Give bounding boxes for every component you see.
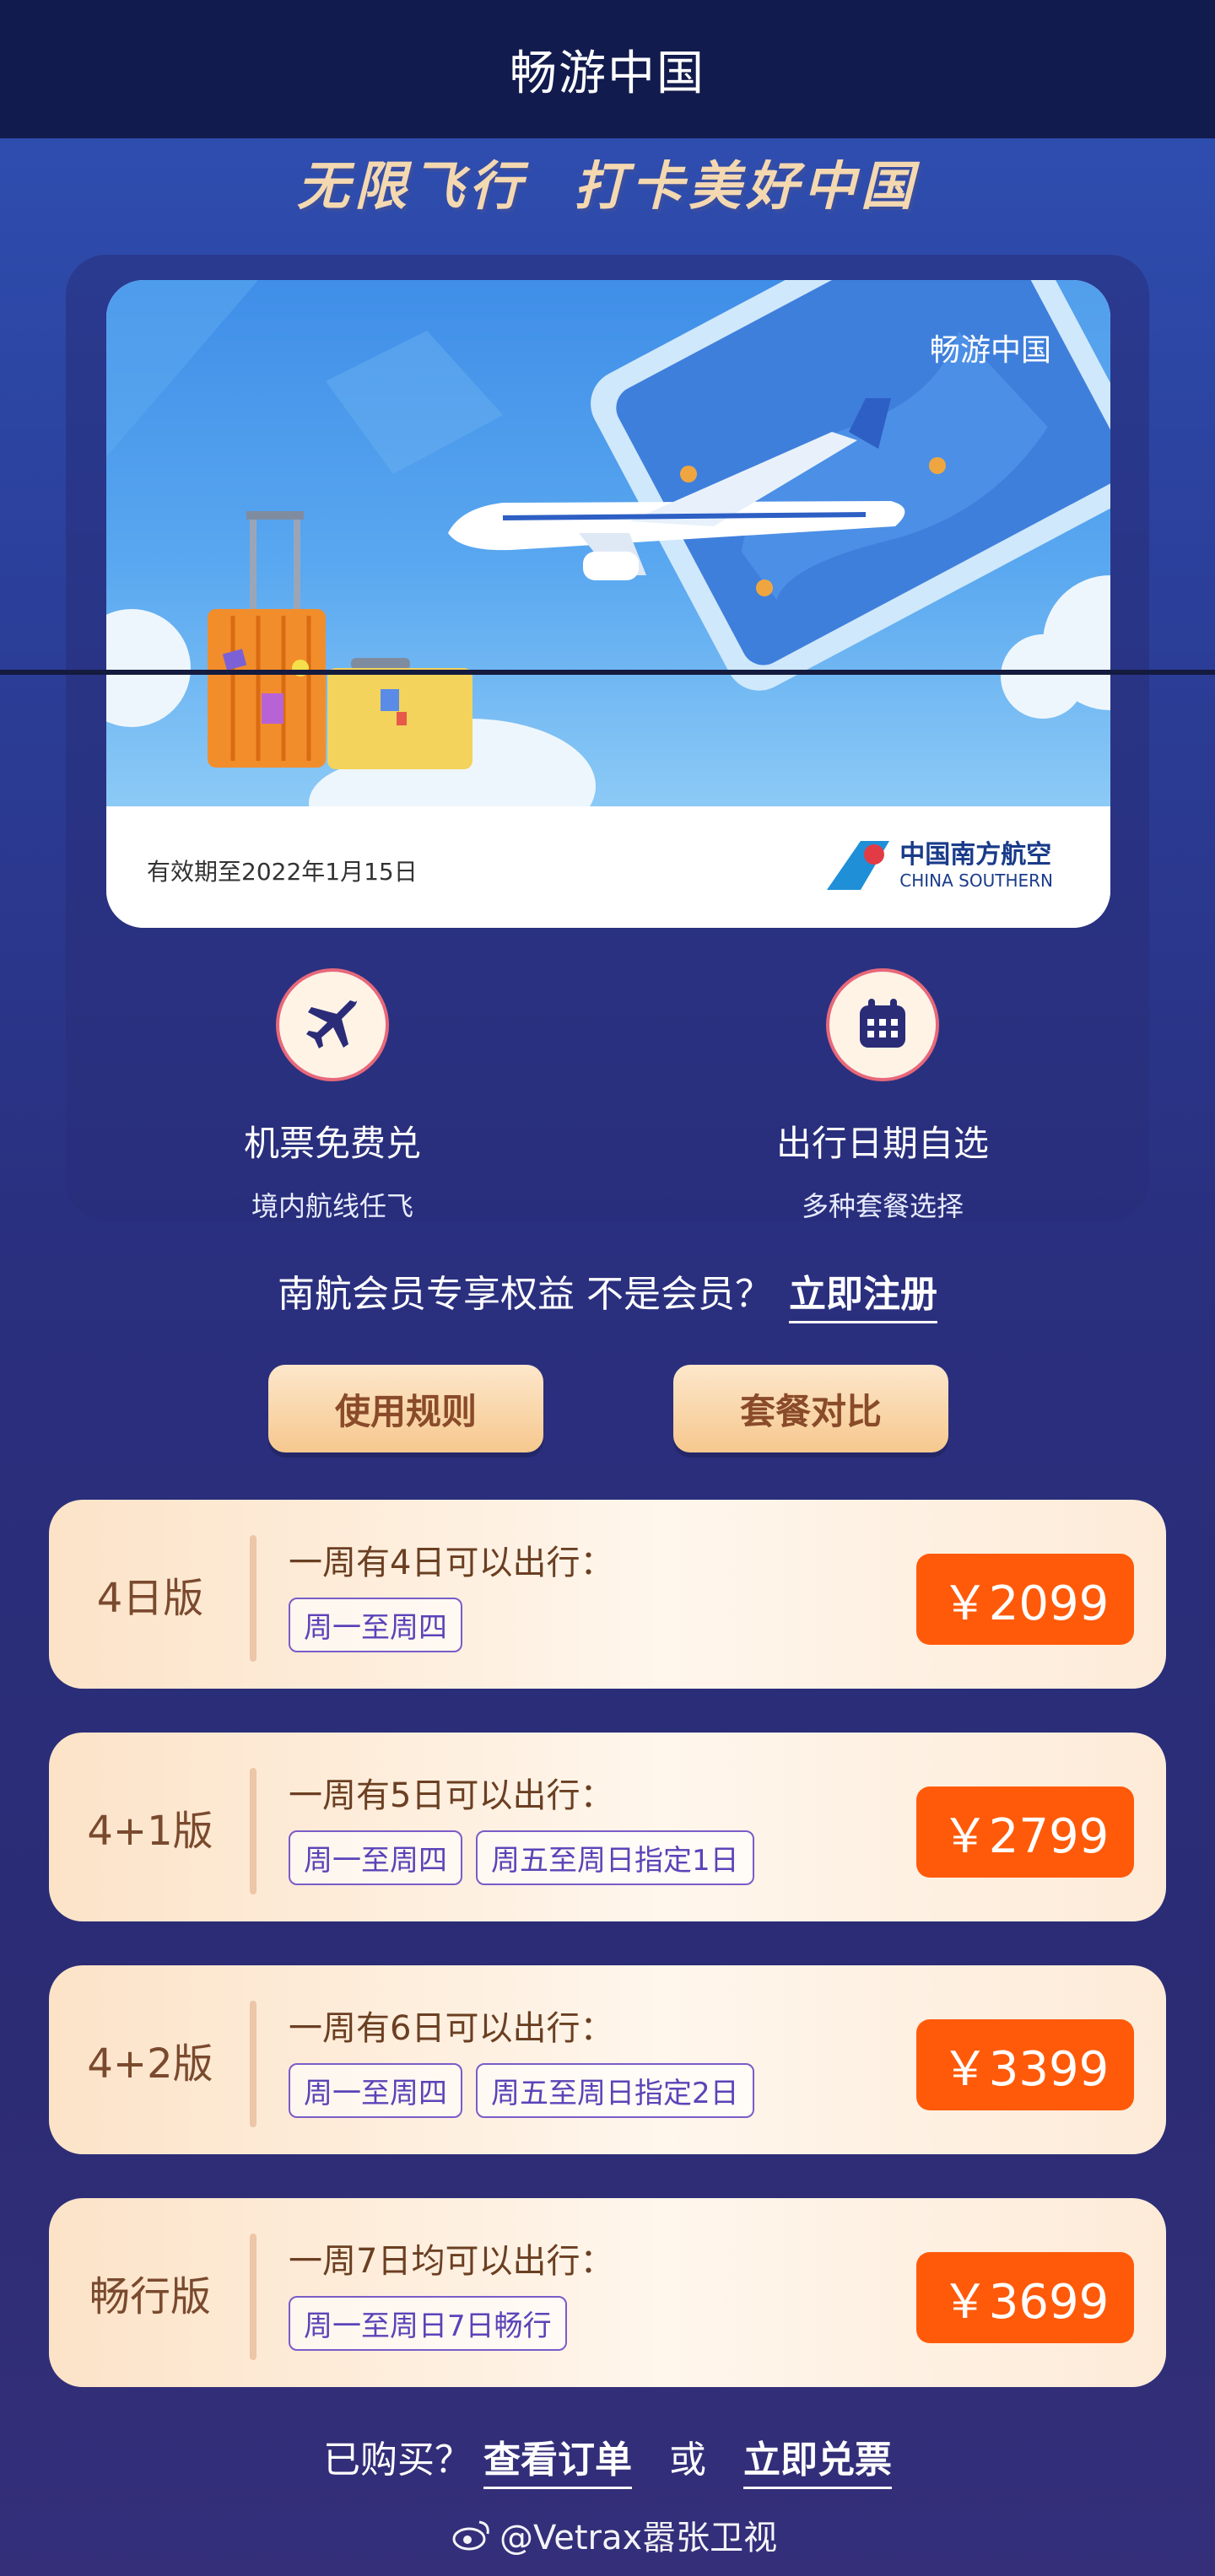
plan-card-4day[interactable]: 4日版 一周有4日可以出行： 周一至周四 ￥2099 [49,1500,1166,1689]
plan-compare-button[interactable]: 套餐对比 [673,1365,948,1452]
member-notice: 南航会员专享权益 不是会员？ 立即注册 [0,1264,1215,1323]
plan-description: 一周有4日可以出行： [289,1544,614,1582]
plan-card-unlimited[interactable]: 畅行版 一周7日均可以出行： 周一至周日7日畅行 ￥3699 [49,2198,1166,2387]
plan-tag: 周五至周日指定1日 [476,1830,754,1885]
plan-description: 一周有6日可以出行： [289,2009,614,2048]
feature-title: 机票免费兑 [243,1123,421,1164]
feature-free-tickets: 机票免费兑 境内航线任飞 [147,968,518,1224]
plan-description: 一周有5日可以出行： [289,1776,614,1815]
view-orders-link[interactable]: 查看订单 [483,2439,632,2489]
price-button[interactable]: ￥2799 [916,1786,1134,1878]
membership-card[interactable]: 畅游中国 有效期至2022年1月15日 中国南方航空 CHINA SOUTHER… [106,280,1110,928]
slogan-banner: 无限飞行 打卡美好中国 [0,143,1215,219]
card-footer: 有效期至2022年1月15日 中国南方航空 CHINA SOUTHERN [106,806,1110,928]
card-name: 畅游中国 [929,333,1051,368]
plan-name: 4+1版 [87,1808,213,1855]
airline-logo: 中国南方航空 CHINA SOUTHERN [827,840,1053,891]
plan-tag: 周一至周四 [289,1830,462,1885]
price-button[interactable]: ￥3699 [916,2252,1134,2343]
plan-tags: 周一至周日7日畅行 [289,2296,567,2351]
plan-name: 畅行版 [89,2273,211,2320]
usage-rules-button[interactable]: 使用规则 [268,1365,543,1452]
plan-tags: 周一至周四 周五至周日指定1日 [289,1830,754,1885]
plan-divider [250,1535,256,1662]
plan-divider [250,1768,256,1894]
price-button[interactable]: ￥2099 [916,1554,1134,1645]
top-bar: 畅游中国 [0,0,1215,138]
or-text: 或 [669,2439,706,2482]
airline-name-en: CHINA SOUTHERN [899,870,1053,891]
member-text: 南航会员专享权益 不是会员？ [278,1273,772,1316]
purchased-text: 已购买？ [323,2439,472,2482]
plan-description: 一周7日均可以出行： [289,2242,614,2281]
plan-card-4plus1[interactable]: 4+1版 一周有5日可以出行： 周一至周四 周五至周日指定1日 ￥2799 [49,1733,1166,1921]
plan-name: 4日版 [96,1575,204,1622]
plan-card-4plus2[interactable]: 4+2版 一周有6日可以出行： 周一至周四 周五至周日指定2日 ￥3399 [49,1965,1166,2154]
plan-tag: 周一至周四 [289,2063,462,2118]
redeem-ticket-link[interactable]: 立即兑票 [743,2439,892,2489]
page-title: 畅游中国 [510,46,705,101]
watermark-text: @Vetrax嚣张卫视 [500,2519,778,2557]
feature-title: 出行日期自选 [775,1123,989,1164]
watermark: @Vetrax嚣张卫视 [452,2510,777,2559]
plan-divider [250,2001,256,2127]
slogan-part2: 打卡美好中国 [574,155,919,217]
plan-name: 4+2版 [87,2040,213,2088]
plan-tag: 周一至周四 [289,1598,462,1652]
plan-tag: 周五至周日指定2日 [476,2063,754,2118]
card-illustration: 畅游中国 [106,280,1110,806]
validity-date: 有效期至2022年1月15日 [147,858,418,886]
plan-tag: 周一至周日7日畅行 [289,2296,567,2351]
feature-subtitle: 境内航线任飞 [251,1190,413,1222]
plan-tags: 周一至周四 周五至周日指定2日 [289,2063,754,2118]
feature-subtitle: 多种套餐选择 [801,1190,964,1222]
plan-divider [250,2234,256,2360]
price-button[interactable]: ￥3399 [916,2019,1134,2110]
feature-date-select: 出行日期自选 多种套餐选择 [697,968,1068,1224]
plan-tags: 周一至周四 [289,1598,462,1652]
airline-name-cn: 中国南方航空 [899,840,1052,870]
airplane-icon [276,968,389,1081]
slogan-part1: 无限飞行 [296,155,526,217]
china-southern-logo-icon [827,841,890,890]
order-links: 已购买？ 查看订单 或 立即兑票 [0,2429,1215,2489]
calendar-icon [826,968,939,1081]
weibo-icon [452,2520,489,2551]
register-link[interactable]: 立即注册 [789,1273,937,1323]
horizontal-line [0,670,1215,675]
